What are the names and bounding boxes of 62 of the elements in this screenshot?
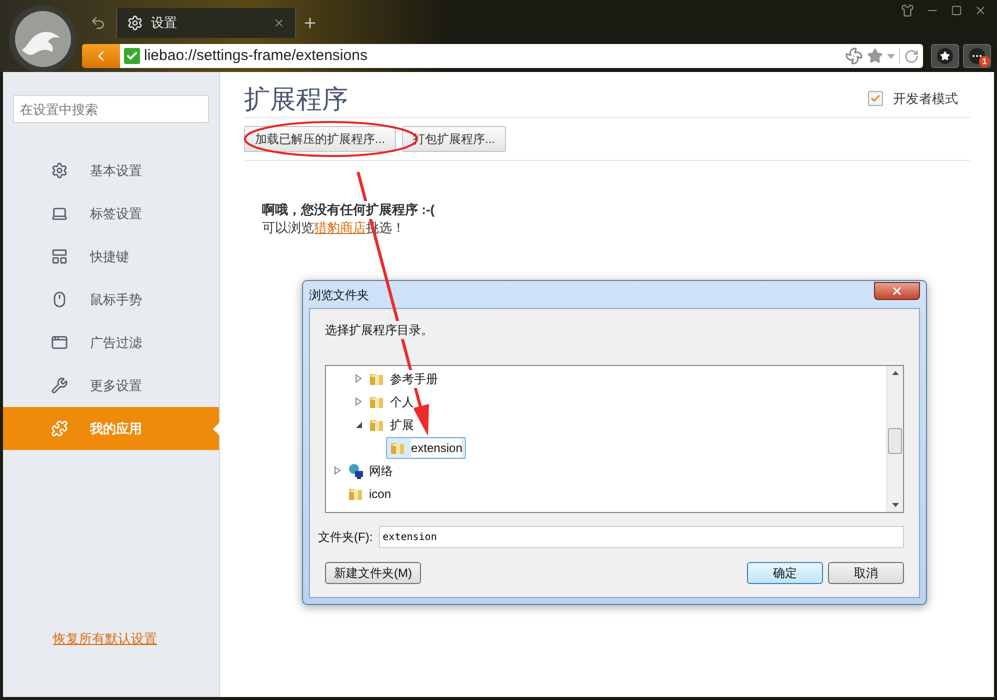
tree-item[interactable]: 扩展 (365, 414, 418, 436)
sidebar-item[interactable]: 鼠标手势 (3, 278, 219, 321)
gear-icon (51, 162, 68, 179)
scrollbar[interactable] (886, 366, 903, 512)
dialog-title: 浏览文件夹 (309, 286, 369, 304)
puzzle-icon (51, 420, 68, 437)
network-icon (348, 462, 364, 478)
sidebar-item[interactable]: 快捷键 (3, 235, 219, 278)
address-bar[interactable]: liebao://settings-frame/extensions (120, 44, 923, 68)
new-tab-icon[interactable] (302, 15, 318, 31)
sidebar-item[interactable]: 基本设置 (3, 149, 219, 192)
browser-tab[interactable]: 设置 (116, 8, 296, 38)
notification-badge: 1 (979, 56, 990, 67)
dialog-button[interactable]: 新建文件夹(M) (325, 562, 421, 584)
developer-mode-label: 开发者模式 (893, 90, 958, 108)
tree-item[interactable]: 网络 (344, 460, 397, 482)
secure-check-icon (124, 48, 140, 64)
window-icon (51, 334, 68, 351)
close-button[interactable] (874, 282, 920, 300)
reload-icon[interactable] (904, 48, 919, 64)
undo-arrow-icon (90, 15, 106, 31)
empty-message: 啊哦，您没有任何扩展程序 :-( (262, 201, 435, 219)
expand-arrow-icon[interactable] (355, 374, 363, 383)
check-icon (870, 92, 881, 104)
collapse-arrow-icon[interactable] (355, 420, 363, 429)
maximize-icon[interactable] (951, 5, 962, 16)
dropdown-caret-icon[interactable] (887, 54, 895, 58)
expand-arrow-icon[interactable] (334, 466, 342, 475)
tree-item[interactable]: icon (344, 482, 396, 504)
wrench-icon (51, 377, 68, 394)
scroll-down-icon[interactable] (892, 503, 899, 507)
folder-label: 文件夹(F): (318, 529, 373, 546)
close-icon (891, 284, 903, 296)
sidebar-item[interactable]: 标签设置 (3, 192, 219, 235)
fan-icon[interactable] (845, 47, 863, 65)
gear-icon (127, 15, 143, 31)
mouse-icon (51, 291, 68, 308)
sidebar-item[interactable]: 广告过滤 (3, 321, 219, 364)
expand-arrow-icon[interactable] (355, 397, 363, 406)
scroll-thumb[interactable] (888, 428, 902, 454)
layout-icon (51, 248, 68, 265)
toolbar-button[interactable]: 加载已解压的扩展程序... (244, 126, 396, 152)
search-field[interactable]: 在设置中搜索 (13, 95, 209, 123)
dialog-button[interactable]: 确定 (747, 562, 823, 584)
skin-icon[interactable] (901, 4, 914, 17)
close-icon[interactable] (273, 17, 285, 29)
tree-item[interactable]: extension (386, 436, 466, 458)
tree-item[interactable]: 个人 (365, 390, 418, 412)
laptop-icon (51, 205, 68, 222)
developer-mode-checkbox[interactable] (868, 90, 883, 106)
dialog-button[interactable]: 取消 (828, 562, 904, 584)
selection-pointer (213, 422, 220, 436)
bookmark-star-icon[interactable] (867, 48, 883, 64)
favorites-button[interactable] (931, 44, 959, 68)
star-icon (940, 51, 950, 61)
close-icon[interactable] (974, 4, 987, 17)
folder-input[interactable]: extension (378, 526, 904, 548)
page-title: 扩展程序 (244, 83, 348, 116)
menu-button[interactable]: 1 (963, 44, 991, 68)
logo-icon[interactable] (8, 4, 78, 74)
scroll-up-icon[interactable] (892, 371, 899, 375)
sidebar-item[interactable]: 更多设置 (3, 364, 219, 407)
